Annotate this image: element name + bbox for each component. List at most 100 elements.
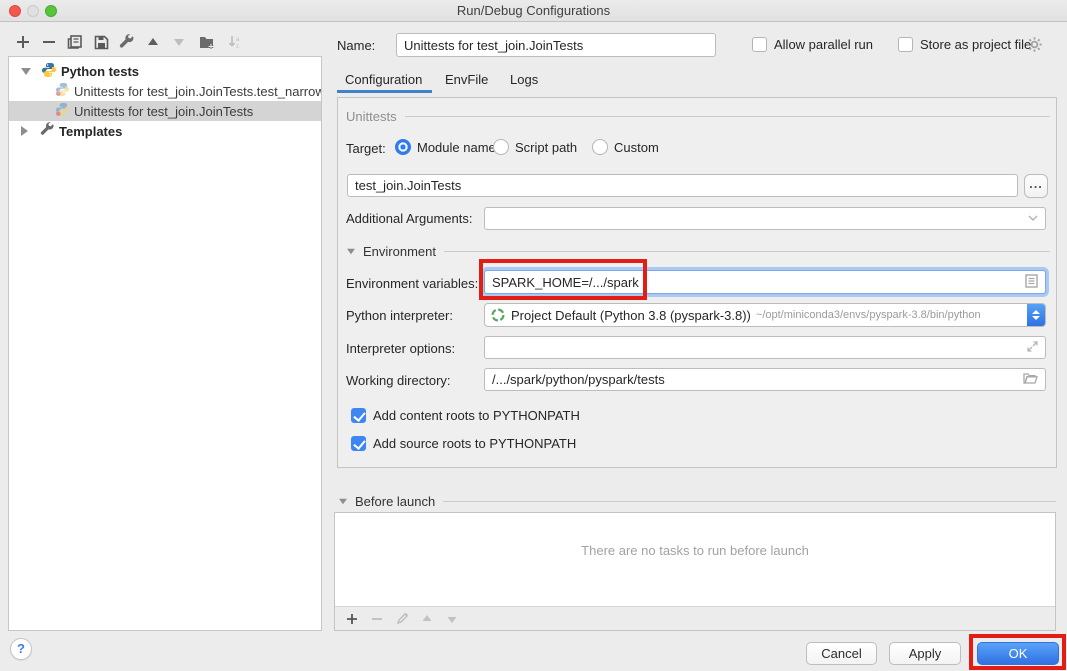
add-icon[interactable] [14,33,32,51]
add-content-roots-checkbox[interactable]: Add content roots to PYTHONPATH [351,408,580,423]
move-task-up-icon [419,611,435,627]
apply-button[interactable]: Apply [889,642,961,665]
target-input[interactable]: test_join.JoinTests [347,174,1018,197]
add-source-roots-label: Add source roots to PYTHONPATH [373,436,576,451]
checkbox-icon[interactable] [898,37,913,52]
radio-label: Module name [417,140,496,155]
unittests-section-header: Unittests [346,109,1050,124]
python-interpreter-path: ~/opt/miniconda3/envs/pyspark-3.8/bin/py… [756,309,981,321]
python-test-icon [55,82,70,100]
browse-button[interactable]: ... [1024,174,1048,198]
python-interpreter-value: Project Default (Python 3.8 (pyspark-3.8… [511,308,751,323]
move-up-icon[interactable] [144,33,162,51]
tree-node-templates[interactable]: Templates [9,121,321,141]
before-launch-label: Before launch [355,494,435,509]
collapse-arrow-icon[interactable] [21,126,28,136]
radio-unselected-icon[interactable] [493,139,509,155]
conda-env-icon [491,308,505,322]
move-task-down-icon [444,611,460,627]
unittests-section-label: Unittests [346,109,397,124]
radio-module-name[interactable]: Module name [395,139,496,155]
move-down-icon [170,33,188,51]
save-icon[interactable] [92,33,110,51]
radio-custom[interactable]: Custom [592,139,659,155]
folder-browse-icon[interactable] [1023,372,1038,387]
radio-label: Custom [614,140,659,155]
configurations-tree: Python tests Unittests for test_join.Joi… [8,56,322,631]
before-launch-section-header[interactable]: Before launch [338,494,1056,509]
tree-node-python-tests[interactable]: Python tests [9,61,321,81]
python-interpreter-select[interactable]: Project Default (Python 3.8 (pyspark-3.8… [484,303,1046,327]
templates-wrench-icon [40,122,55,140]
checkbox-checked-icon[interactable] [351,408,366,423]
store-as-project-file-checkbox[interactable]: Store as project file [898,37,1031,52]
add-task-icon[interactable] [344,611,360,627]
configuration-form-pane: Unittests Target: Module name Script pat… [337,97,1057,468]
tree-node-label: Unittests for test_join.JoinTests.test_n… [74,84,321,99]
radio-label: Script path [515,140,577,155]
tab-logs[interactable]: Logs [510,70,538,90]
minimize-button[interactable] [27,5,39,17]
collapse-section-icon[interactable] [339,499,347,505]
ok-button[interactable]: OK [977,642,1059,665]
sort-alphabetically-icon: az [226,33,244,51]
environment-variables-value: SPARK_HOME=/.../spark [492,275,639,290]
new-folder-icon[interactable] [198,33,216,51]
radio-selected-icon[interactable] [395,139,411,155]
tree-node-label: Unittests for test_join.JoinTests [74,104,253,119]
collapse-section-icon[interactable] [347,249,355,255]
remove-icon[interactable] [40,33,58,51]
tree-node-label: Templates [59,124,122,139]
environment-variables-input[interactable]: SPARK_HOME=/.../spark [484,270,1046,294]
target-label: Target: [346,141,386,157]
before-launch-tasks-panel: There are no tasks to run before launch [334,512,1056,631]
expand-editor-icon[interactable] [1027,340,1038,355]
python-test-icon [55,102,70,120]
tree-node-jointests-selected[interactable]: Unittests for test_join.JoinTests [9,101,321,121]
expand-field-icon[interactable] [1028,211,1038,226]
checkbox-icon[interactable] [752,37,767,52]
edit-task-icon [394,611,410,627]
additional-arguments-input[interactable] [484,207,1046,230]
target-value: test_join.JoinTests [355,178,461,193]
active-tab-indicator [337,90,432,93]
dropdown-chevrons-icon[interactable] [1027,304,1045,326]
additional-arguments-label: Additional Arguments: [346,211,472,227]
name-label: Name: [337,38,375,53]
gear-icon[interactable] [1026,36,1043,56]
copy-icon[interactable] [66,33,84,51]
expand-arrow-icon[interactable] [21,68,31,75]
working-directory-input[interactable]: /.../spark/python/pyspark/tests [484,368,1046,391]
environment-variables-label: Environment variables: [346,276,478,292]
before-launch-empty-text: There are no tasks to run before launch [335,543,1055,558]
interpreter-options-input[interactable] [484,336,1046,359]
interpreter-options-label: Interpreter options: [346,341,455,357]
working-directory-value: /.../spark/python/pyspark/tests [492,372,665,387]
radio-unselected-icon[interactable] [592,139,608,155]
zoom-button[interactable] [45,5,57,17]
tab-configuration[interactable]: Configuration [345,70,422,90]
before-launch-toolbar [335,606,1055,630]
close-button[interactable] [9,5,21,17]
tree-node-test-narrow[interactable]: Unittests for test_join.JoinTests.test_n… [9,81,321,101]
add-content-roots-label: Add content roots to PYTHONPATH [373,408,580,423]
run-debug-configurations-dialog: { "titlebar": { "title": "Run/Debug Conf… [0,0,1067,671]
radio-script-path[interactable]: Script path [493,139,577,155]
environment-section-header[interactable]: Environment [346,244,1050,259]
add-source-roots-checkbox[interactable]: Add source roots to PYTHONPATH [351,436,576,451]
allow-parallel-run-checkbox[interactable]: Allow parallel run [752,37,873,52]
help-button[interactable]: ? [10,638,32,660]
working-directory-label: Working directory: [346,373,451,389]
name-input[interactable]: Unittests for test_join.JoinTests [396,33,716,57]
python-icon [41,62,57,81]
edit-variables-icon[interactable] [1025,274,1038,291]
remove-task-icon [369,611,385,627]
cancel-button[interactable]: Cancel [806,642,877,665]
tab-envfile[interactable]: EnvFile [445,70,488,90]
wrench-icon[interactable] [118,33,136,51]
allow-parallel-run-label: Allow parallel run [774,37,873,52]
tree-node-label: Python tests [61,64,139,79]
checkbox-checked-icon[interactable] [351,436,366,451]
svg-text:a: a [236,37,240,43]
environment-section-label: Environment [363,244,436,259]
